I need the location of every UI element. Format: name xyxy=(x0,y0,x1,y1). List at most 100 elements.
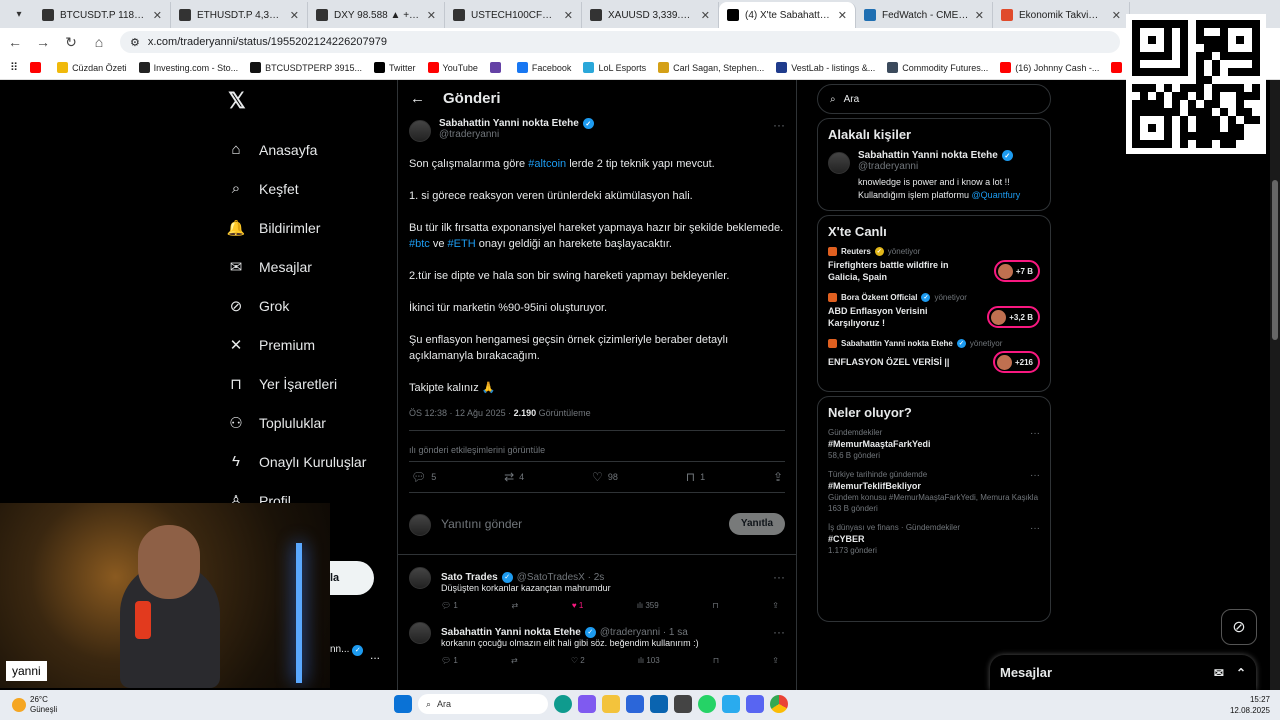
share-button[interactable]: ⇪ xyxy=(773,470,783,484)
browser-tab[interactable]: ETHUSDT.P 4,308.48 ▲ ✕ xyxy=(171,2,308,28)
telegram-icon[interactable] xyxy=(722,695,740,713)
scrollbar[interactable] xyxy=(1270,80,1280,690)
browser-tab[interactable]: XAUUSD 3,339.100 ▼ −0. ✕ xyxy=(582,2,719,28)
repost-button[interactable]: ⇄ xyxy=(511,656,518,665)
nav-item-mesajlar[interactable]: ✉ Mesajlar xyxy=(222,247,392,286)
home-icon[interactable]: ⌂ xyxy=(92,34,106,50)
like-button[interactable]: ♡ 98 xyxy=(592,470,618,484)
browser-tab[interactable]: DXY 98.588 ▲ +0.09% Un ✕ xyxy=(308,2,445,28)
views-button[interactable]: ılı 103 xyxy=(638,656,660,665)
repost-button[interactable]: ⇄ xyxy=(511,601,518,610)
reply-tweet[interactable]: Sabahattin Yanni nokta Etehe ✓ @traderya… xyxy=(398,610,796,665)
trend-item[interactable]: İş dünyası ve finans · Gündemdekiler #CY… xyxy=(828,523,1040,555)
bio-link[interactable]: @Quantfury xyxy=(972,190,1021,200)
bookmark-icon[interactable]: ⊓ xyxy=(713,656,719,665)
tab-search-icon[interactable]: ▾ xyxy=(8,3,30,25)
nav-item-ke-fet[interactable]: ⌕ Keşfet xyxy=(222,169,392,208)
nav-item-yer-i-aretleri[interactable]: ⊓ Yer İşaretleri xyxy=(222,364,392,403)
close-tab-icon[interactable]: ✕ xyxy=(701,9,710,22)
bookmark-button[interactable]: ⊓ 1 xyxy=(686,470,705,484)
timestamp[interactable]: ÖS 12:38 · 12 Ağu 2025 · xyxy=(409,408,514,418)
bookmark-item[interactable]: Carl Sagan, Stephen... xyxy=(658,62,764,73)
repost-button[interactable]: ⇄ 4 xyxy=(504,470,524,484)
forward-icon[interactable]: → xyxy=(36,34,50,50)
listener-pill[interactable]: +7 B xyxy=(993,260,1040,282)
file-explorer-icon[interactable] xyxy=(602,695,620,713)
grok-fab-icon[interactable]: ⊘ xyxy=(1221,609,1257,645)
share-icon[interactable]: ⇪ xyxy=(772,656,779,665)
x-logo-icon[interactable]: 𝕏 xyxy=(228,88,392,114)
browser-tab[interactable]: USTECH100CFD 23,571.2 ✕ xyxy=(445,2,582,28)
live-space[interactable]: Bora Özkent Official ✓ yönetiyor ABD Enfla… xyxy=(828,293,1040,329)
edge-icon[interactable] xyxy=(554,695,572,713)
new-message-icon[interactable]: ✉ xyxy=(1214,666,1224,680)
bookmark-item[interactable]: VestLab - listings &... xyxy=(776,62,875,73)
weather-widget[interactable]: 26°C Güneşli xyxy=(0,695,57,715)
bookmark-icon[interactable]: ⊓ xyxy=(712,601,718,610)
store-icon[interactable] xyxy=(626,695,644,713)
bookmark-item[interactable]: Twitter xyxy=(374,62,416,73)
copilot-icon[interactable] xyxy=(578,695,596,713)
reply-button[interactable]: 💬︎ 5 xyxy=(411,470,436,484)
reply-submit-button[interactable]: Yanıtla xyxy=(729,512,785,535)
nav-item-topluluklar[interactable]: ⚇ Topluluklar xyxy=(222,403,392,442)
browser-tab[interactable]: BTCUSDT.P 118,516.6 ▼ ✕ xyxy=(34,2,171,28)
apps-icon[interactable]: ⠿ xyxy=(10,61,18,74)
browser-tab[interactable]: Ekonomik Takvim - Inves ✕ xyxy=(993,2,1130,28)
more-icon[interactable]: ··· xyxy=(1030,428,1040,439)
live-space[interactable]: Sabahattin Yanni nokta Etehe ✓ yönetiyor E… xyxy=(828,339,1040,373)
author-name[interactable]: Sabahattin Yanni nokta Etehe xyxy=(439,118,579,129)
whatsapp-icon[interactable] xyxy=(698,695,716,713)
expand-icon[interactable]: ⌃ xyxy=(1236,666,1246,680)
chrome-icon[interactable] xyxy=(770,695,788,713)
related-person[interactable]: Sabahattin Yanni nokta Etehe ✓ @traderyan… xyxy=(828,150,1040,202)
listener-pill[interactable]: +3,2 B xyxy=(987,306,1040,328)
back-arrow-icon[interactable]: ← xyxy=(410,90,425,107)
nav-item-anasayfa[interactable]: ⌂ Anasayfa xyxy=(222,130,392,169)
more-icon[interactable]: ··· xyxy=(773,118,785,132)
close-tab-icon[interactable]: ✕ xyxy=(838,9,847,22)
reply-tweet[interactable]: Sato Trades ✓ @SatoTradesX · 2s ··· Düşü… xyxy=(398,555,796,610)
close-tab-icon[interactable]: ✕ xyxy=(290,9,299,22)
close-tab-icon[interactable]: ✕ xyxy=(1112,9,1121,22)
scrollbar-thumb[interactable] xyxy=(1272,180,1278,340)
bookmark-item[interactable]: BTCUSDTPERP 3915... xyxy=(250,62,362,73)
avatar[interactable] xyxy=(409,567,431,589)
browser-tab[interactable]: FedWatch - CME Group ✕ xyxy=(856,2,993,28)
live-space[interactable]: Reuters ✓ yönetiyor Firefighters battle wi… xyxy=(828,247,1040,283)
avatar[interactable] xyxy=(409,120,431,142)
bookmark-item[interactable]: Facebook xyxy=(516,62,571,73)
share-icon[interactable]: ⇪ xyxy=(772,601,779,610)
bookmark-item[interactable]: YouTube xyxy=(427,62,478,73)
reply-author[interactable]: Sato Trades xyxy=(441,572,498,583)
like-button[interactable]: ♡ 2 xyxy=(571,656,585,665)
nav-item-bildirimler[interactable]: 🔔 Bildirimler xyxy=(222,208,392,247)
search-input[interactable]: ⌕ Ara xyxy=(817,84,1051,114)
more-icon[interactable]: ··· xyxy=(1030,470,1040,481)
trend-item[interactable]: Türkiye tarihinde gündemde #MemurTeklifB… xyxy=(828,470,1040,513)
hashtag-link[interactable]: #btc xyxy=(409,238,430,250)
back-icon[interactable]: ← xyxy=(8,34,22,50)
system-clock[interactable]: 15:27 12.08.2025 xyxy=(1230,694,1270,716)
site-info-icon[interactable]: ⚙ xyxy=(130,36,140,49)
more-icon[interactable]: ··· xyxy=(773,570,785,584)
hashtag-link[interactable]: #ETH xyxy=(448,238,476,250)
author-handle[interactable]: @traderyanni xyxy=(439,129,594,140)
close-tab-icon[interactable]: ✕ xyxy=(975,9,984,22)
reply-button[interactable]: 💬︎ 1 xyxy=(441,656,458,665)
bookmark-item[interactable]: LoL Esports xyxy=(583,62,646,73)
close-tab-icon[interactable]: ✕ xyxy=(427,9,436,22)
bookmark-item[interactable]: (16) Johnny Cash -... xyxy=(1000,62,1099,73)
more-icon[interactable]: ··· xyxy=(1030,523,1040,534)
nav-item-grok[interactable]: ⊘ Grok xyxy=(222,286,392,325)
like-button[interactable]: ♥ 1 xyxy=(572,601,583,610)
nav-item-premium[interactable]: ✕ Premium xyxy=(222,325,392,364)
bookmark-item[interactable] xyxy=(30,62,45,73)
account-switcher[interactable]: nn... ✓ xyxy=(330,644,364,656)
more-icon[interactable]: ··· xyxy=(773,625,785,639)
views-button[interactable]: ılı 359 xyxy=(637,601,659,610)
browser-tab[interactable]: (4) X'te Sabahattin Yanni ✕ xyxy=(719,2,856,28)
close-tab-icon[interactable]: ✕ xyxy=(153,9,162,22)
windows-start-icon[interactable] xyxy=(394,695,412,713)
more-options-icon[interactable]: ... xyxy=(370,648,380,662)
